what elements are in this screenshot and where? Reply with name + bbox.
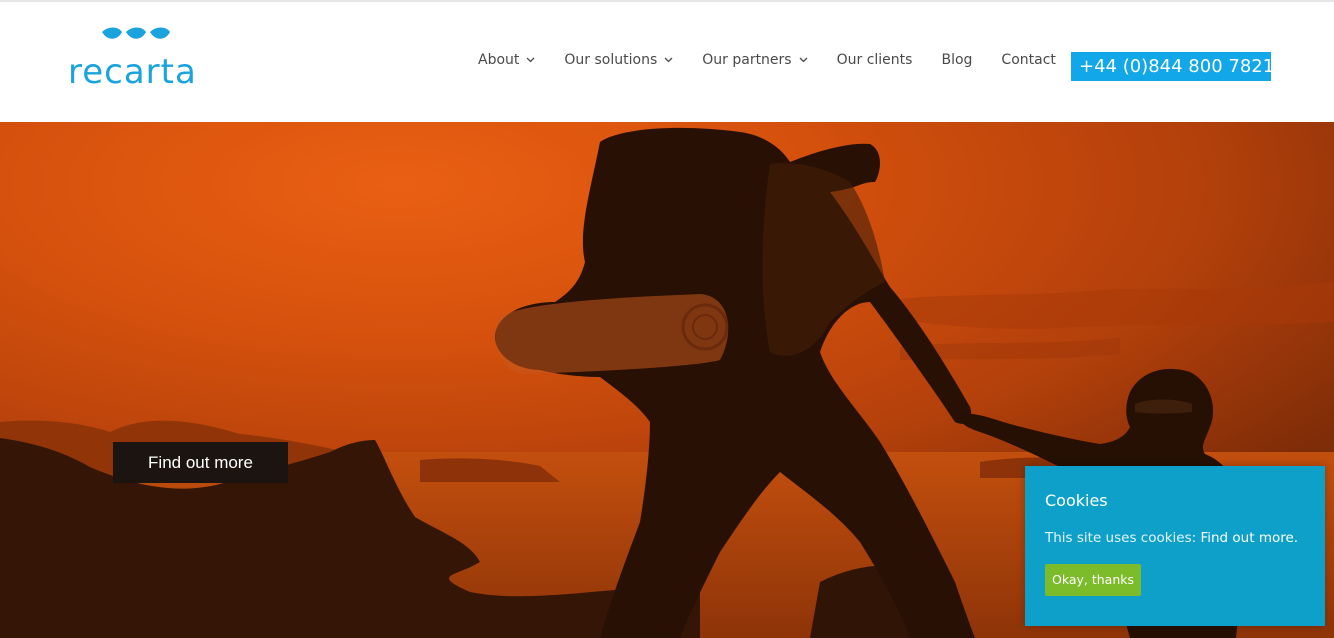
nav-item-label: Our partners	[702, 52, 792, 68]
nav-item-contact[interactable]: Contact	[1001, 52, 1055, 68]
nav-item-our-clients[interactable]: Our clients	[837, 52, 913, 68]
nav-item-our-partners[interactable]: Our partners	[702, 52, 808, 68]
chevron-down-icon	[799, 57, 808, 63]
cookie-message-text: This site uses cookies:	[1045, 530, 1201, 546]
nav-item-label: About	[478, 52, 520, 68]
nav-item-label: Blog	[941, 52, 973, 68]
nav-item-about[interactable]: About	[478, 52, 535, 68]
find-out-more-button[interactable]: Find out more	[113, 442, 288, 483]
nav-item-our-solutions[interactable]: Our solutions	[564, 52, 673, 68]
nav-item-label: Our solutions	[564, 52, 658, 68]
chevron-down-icon	[526, 57, 535, 63]
nav-item-blog[interactable]: Blog	[941, 52, 972, 68]
cookie-title: Cookies	[1045, 491, 1108, 510]
site-header: recarta About Our solutions Our partners…	[0, 2, 1334, 122]
cookie-banner: Cookies This site uses cookies: Find out…	[1025, 466, 1325, 626]
phone-number-button[interactable]: +44 (0)844 800 7821	[1071, 52, 1274, 81]
cookie-accept-button[interactable]: Okay, thanks	[1045, 564, 1141, 596]
cookie-find-out-more-link[interactable]: Find out more.	[1200, 530, 1298, 546]
chevron-down-icon	[664, 57, 673, 63]
main-nav: About Our solutions Our partners Our cli…	[478, 52, 1056, 68]
nav-item-label: Our clients	[836, 52, 913, 68]
nav-item-label: Contact	[1001, 52, 1056, 68]
site-logo[interactable]: recarta	[68, 26, 213, 92]
logo-wordmark: recarta	[68, 52, 197, 92]
three-leaves-icon	[102, 27, 170, 39]
cookie-message: This site uses cookies: Find out more.	[1045, 530, 1298, 546]
